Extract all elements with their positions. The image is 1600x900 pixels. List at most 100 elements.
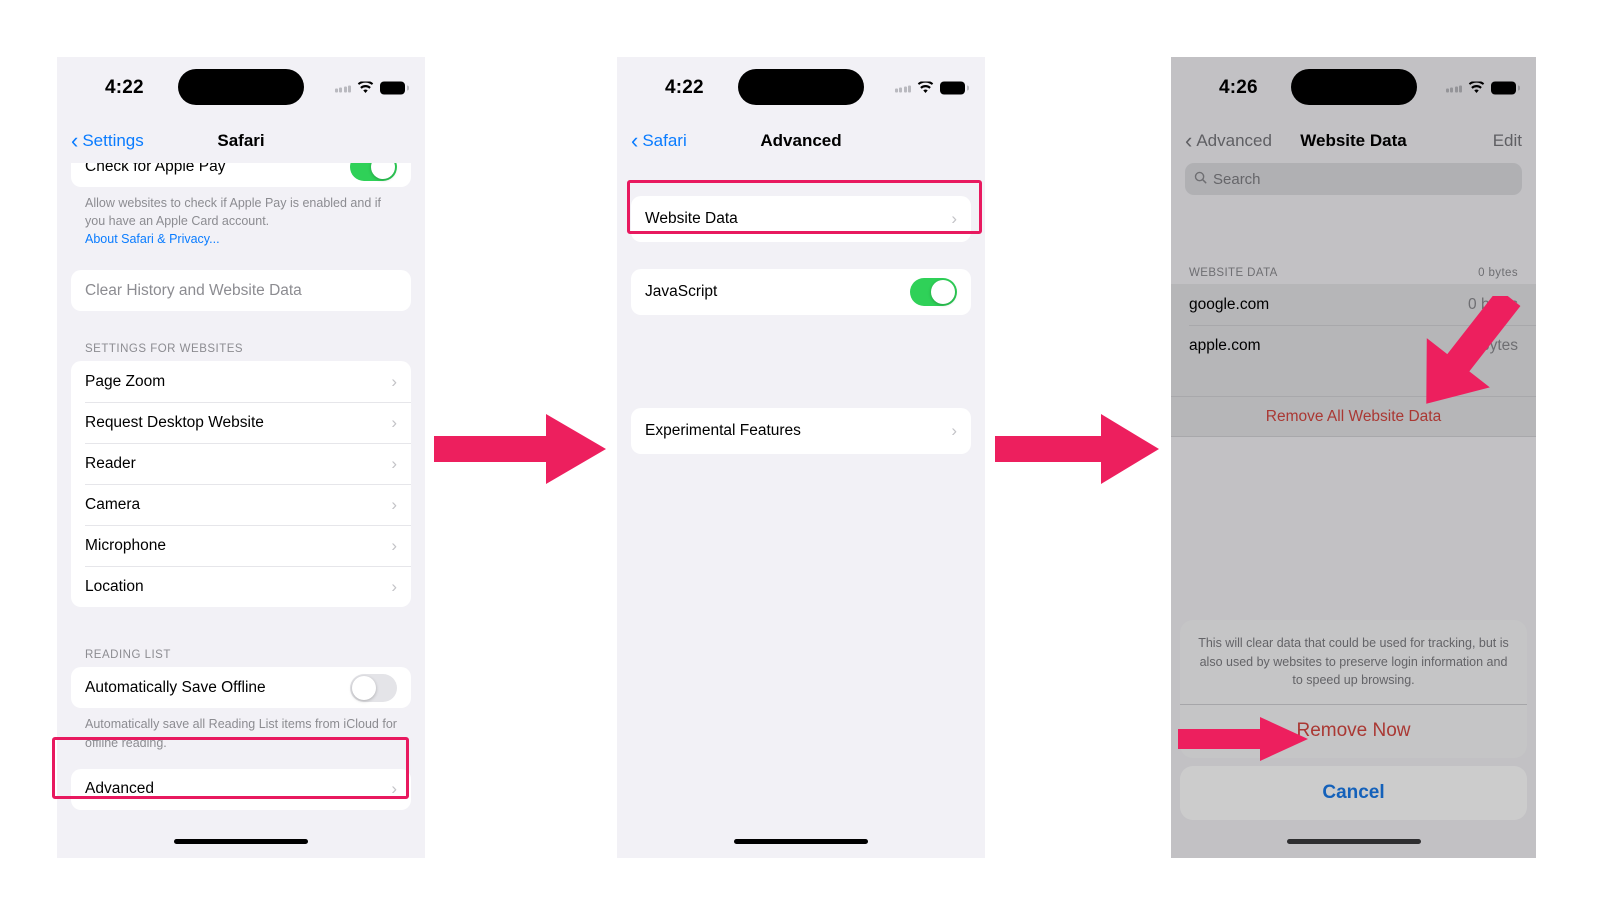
wifi-icon bbox=[357, 80, 374, 95]
search-input[interactable]: Search bbox=[1185, 163, 1522, 195]
tutorial-screenshot: 4:22 ‹ Settings Safari Check for Apple P… bbox=[0, 0, 1600, 900]
row-reader[interactable]: Reader › bbox=[71, 443, 411, 484]
chevron-right-icon: › bbox=[391, 576, 397, 596]
cancel-button[interactable]: Cancel bbox=[1180, 766, 1527, 820]
row-label: Request Desktop Website bbox=[85, 413, 264, 431]
wifi-icon bbox=[917, 80, 934, 95]
group-header-website-data: WEBSITE DATA 0 bytes bbox=[1171, 267, 1536, 284]
callout-arrow-remove-all bbox=[1390, 288, 1535, 421]
chevron-left-icon: ‹ bbox=[71, 128, 79, 153]
chevron-right-icon: › bbox=[391, 453, 397, 473]
flow-arrow-2 bbox=[995, 408, 1159, 490]
row-label: Advanced bbox=[85, 780, 154, 798]
row-label: Check for Apple Pay bbox=[85, 163, 226, 175]
cellular-bars-icon bbox=[894, 84, 911, 93]
row-label: Location bbox=[85, 577, 144, 595]
nav-bar: ‹ Advanced Website Data Edit bbox=[1171, 119, 1536, 163]
row-label: Page Zoom bbox=[85, 372, 166, 390]
edit-button[interactable]: Edit bbox=[1493, 131, 1522, 151]
cancel-label: Cancel bbox=[1322, 782, 1385, 803]
chevron-right-icon: › bbox=[391, 412, 397, 432]
toggle-javascript[interactable] bbox=[910, 278, 957, 306]
row-label: Automatically Save Offline bbox=[85, 678, 266, 696]
dynamic-island bbox=[738, 69, 864, 105]
chevron-right-icon: › bbox=[391, 371, 397, 391]
battery-icon bbox=[940, 81, 969, 95]
row-label: JavaScript bbox=[645, 283, 718, 300]
site-domain: google.com bbox=[1189, 295, 1270, 313]
card-website-data: Website Data › bbox=[631, 196, 971, 242]
status-icons bbox=[334, 80, 409, 95]
row-request-desktop-website[interactable]: Request Desktop Website › bbox=[71, 402, 411, 443]
home-indicator bbox=[1286, 839, 1421, 844]
row-page-zoom[interactable]: Page Zoom › bbox=[71, 361, 411, 402]
cellular-bars-icon bbox=[334, 84, 351, 93]
chevron-right-icon: › bbox=[391, 494, 397, 514]
toggle-automatically-save-offline[interactable] bbox=[350, 673, 397, 702]
back-button-label: Advanced bbox=[1196, 131, 1272, 150]
row-javascript[interactable]: JavaScript bbox=[631, 269, 971, 315]
card-settings-for-websites: Page Zoom › Request Desktop Website › Re… bbox=[71, 361, 411, 608]
back-button-advanced[interactable]: ‹ Advanced bbox=[1185, 130, 1272, 152]
row-label: Reader bbox=[85, 454, 136, 472]
apple-pay-footnote: Allow websites to check if Apple Pay is … bbox=[57, 187, 425, 248]
group-header-title: WEBSITE DATA bbox=[1189, 267, 1278, 279]
row-label: Experimental Features bbox=[645, 422, 801, 439]
row-microphone[interactable]: Microphone › bbox=[71, 525, 411, 566]
card-advanced: Advanced › bbox=[71, 768, 411, 810]
group-header-reading-list: READING LIST bbox=[85, 649, 171, 662]
row-check-for-apple-pay[interactable]: Check for Apple Pay bbox=[71, 163, 411, 187]
footnote-text: Allow websites to check if Apple Pay is … bbox=[85, 196, 382, 229]
back-button-settings[interactable]: ‹ Settings bbox=[71, 130, 144, 152]
cellular-bars-icon bbox=[1445, 84, 1462, 93]
row-experimental-features[interactable]: Experimental Features › bbox=[631, 408, 971, 454]
toggle-check-for-apple-pay[interactable] bbox=[350, 163, 397, 181]
row-location[interactable]: Location › bbox=[71, 566, 411, 607]
action-sheet-cancel-group: Cancel bbox=[1180, 766, 1527, 820]
reading-list-footnote: Automatically save all Reading List item… bbox=[85, 717, 397, 750]
chevron-right-icon: › bbox=[951, 209, 957, 228]
group-header-settings-for-websites: SETTINGS FOR WEBSITES bbox=[85, 343, 244, 356]
card-clear-history: Clear History and Website Data bbox=[71, 270, 411, 312]
row-website-data[interactable]: Website Data › bbox=[631, 196, 971, 242]
battery-icon bbox=[1491, 81, 1520, 95]
battery-icon bbox=[380, 81, 409, 95]
action-sheet-message: This will clear data that could be used … bbox=[1198, 635, 1509, 688]
site-domain: apple.com bbox=[1189, 336, 1261, 354]
row-advanced[interactable]: Advanced › bbox=[71, 769, 411, 810]
card-experimental-features: Experimental Features › bbox=[631, 408, 971, 454]
back-button-label: Settings bbox=[82, 131, 144, 150]
row-automatically-save-offline[interactable]: Automatically Save Offline bbox=[71, 667, 411, 708]
callout-arrow-remove-now bbox=[1178, 716, 1308, 762]
chevron-left-icon: ‹ bbox=[1185, 128, 1193, 153]
home-indicator bbox=[734, 839, 868, 844]
chevron-right-icon: › bbox=[951, 421, 957, 440]
card-reading-list: Automatically Save Offline bbox=[71, 667, 411, 709]
search-placeholder: Search bbox=[1213, 170, 1261, 188]
back-button-safari[interactable]: ‹ Safari bbox=[631, 130, 687, 152]
status-bar: 4:26 bbox=[1171, 57, 1536, 119]
nav-bar: ‹ Safari Advanced bbox=[617, 119, 985, 163]
group-header-total: 0 bytes bbox=[1478, 267, 1518, 279]
back-button-label: Safari bbox=[642, 131, 687, 150]
dynamic-island bbox=[1290, 69, 1417, 105]
wifi-icon bbox=[1468, 80, 1485, 95]
row-label: Website Data bbox=[645, 210, 738, 227]
chevron-right-icon: › bbox=[391, 535, 397, 555]
phone-screen-safari-settings: 4:22 ‹ Settings Safari Check for Apple P… bbox=[57, 57, 425, 858]
row-label: Clear History and Website Data bbox=[85, 281, 302, 299]
row-label: Camera bbox=[85, 495, 141, 513]
search-icon bbox=[1194, 171, 1207, 188]
chevron-left-icon: ‹ bbox=[631, 128, 639, 153]
row-clear-history[interactable]: Clear History and Website Data bbox=[71, 270, 411, 311]
row-label: Microphone bbox=[85, 536, 166, 554]
remove-now-label: Remove Now bbox=[1296, 720, 1411, 741]
about-safari-privacy-link[interactable]: About Safari & Privacy... bbox=[85, 230, 397, 248]
row-camera[interactable]: Camera › bbox=[71, 484, 411, 525]
nav-bar: ‹ Settings Safari bbox=[57, 119, 425, 163]
card-javascript: JavaScript bbox=[631, 269, 971, 315]
phone-screen-safari-advanced: 4:22 ‹ Safari Advanced Website Data › Ja… bbox=[617, 57, 985, 858]
status-icons bbox=[1445, 80, 1520, 95]
status-bar: 4:22 bbox=[617, 57, 985, 119]
chevron-right-icon: › bbox=[391, 779, 397, 799]
